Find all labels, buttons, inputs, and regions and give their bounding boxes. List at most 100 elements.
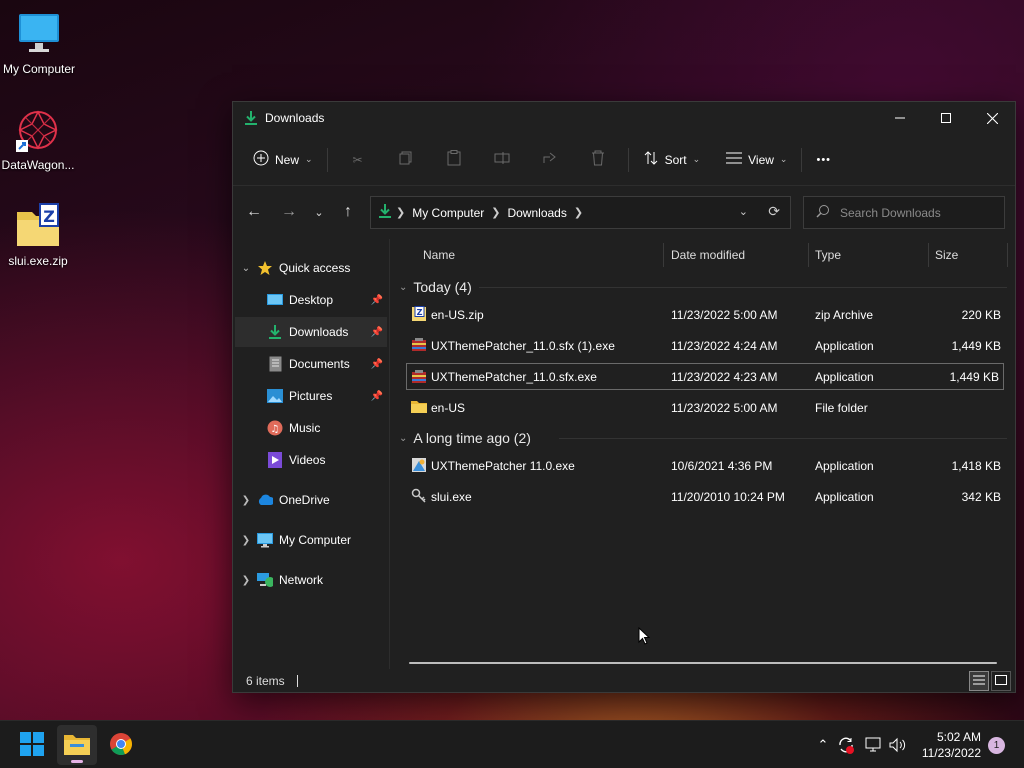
column-header-date-modified[interactable]: Date modified — [671, 239, 745, 271]
copy-button[interactable] — [382, 144, 430, 176]
view-button[interactable]: View ⌄ — [718, 144, 795, 176]
chevron-right-icon: ❯ — [491, 207, 501, 219]
delete-button[interactable] — [574, 144, 622, 176]
sidebar-item-my-computer[interactable]: ❯ My Computer — [235, 525, 387, 555]
chevron-down-icon[interactable]: ⌄ — [235, 263, 257, 274]
details-view-icon — [973, 674, 985, 688]
sidebar-item-onedrive[interactable]: ❯ OneDrive — [235, 485, 387, 515]
file-size: 1,418 KB — [951, 458, 1001, 473]
desktop-icon-my-computer[interactable]: My Computer — [1, 10, 77, 76]
desktop-icon-slui-zip[interactable]: Z slui.exe.zip — [0, 202, 76, 268]
column-header-type[interactable]: Type — [815, 239, 841, 271]
network-status-icon[interactable] — [864, 735, 884, 755]
paste-button[interactable] — [430, 144, 478, 176]
address-bar[interactable]: ❯ My Computer ❯ Downloads ❯ ⌄ ⟳ — [370, 196, 791, 229]
file-name: UXThemePatcher_11.0.sfx.exe — [431, 369, 597, 384]
installer-exe-icon — [411, 457, 427, 473]
sidebar-item-pictures[interactable]: Pictures 📌 — [235, 381, 387, 411]
column-divider[interactable] — [1007, 243, 1008, 267]
column-divider[interactable] — [808, 243, 809, 267]
table-row[interactable]: en-US 11/23/2022 5:00 AM File folder — [407, 394, 1005, 421]
more-options-button[interactable]: ••• — [808, 144, 839, 176]
sidebar-item-music[interactable]: ♫ Music — [235, 413, 387, 443]
cut-button[interactable]: ✂ — [334, 144, 382, 176]
table-row[interactable]: UXThemePatcher_11.0.sfx (1).exe 11/23/20… — [407, 332, 1005, 359]
column-header-name[interactable]: Name — [423, 239, 455, 271]
svg-text:Z: Z — [417, 308, 423, 317]
share-button[interactable] — [526, 144, 574, 176]
sfx-exe-icon — [411, 369, 427, 385]
plus-circle-icon — [253, 150, 269, 169]
new-label: New — [275, 152, 300, 167]
desktop-icon-datawagon[interactable]: DataWagon... — [0, 106, 76, 172]
sidebar-item-quick-access[interactable]: ⌄ Quick access — [235, 253, 387, 283]
group-label: A long time ago (2) — [413, 430, 531, 446]
maximize-button[interactable] — [923, 102, 969, 134]
search-box[interactable] — [803, 196, 1005, 229]
windows-logo-icon — [20, 731, 44, 759]
minimize-button[interactable] — [877, 102, 923, 134]
sort-button[interactable]: Sort ⌄ — [635, 144, 709, 176]
file-date: 11/23/2022 5:00 AM — [671, 400, 778, 415]
title-bar[interactable]: Downloads — [233, 102, 1015, 134]
file-date: 11/23/2022 4:23 AM — [671, 369, 778, 384]
table-row[interactable]: slui.exe 11/20/2010 10:24 PM Application… — [407, 483, 1005, 510]
breadcrumb-my-computer[interactable]: My Computer — [408, 206, 488, 220]
sidebar-item-desktop[interactable]: Desktop 📌 — [235, 285, 387, 315]
pin-icon[interactable]: 📌 — [371, 295, 383, 306]
sidebar-item-documents[interactable]: Documents 📌 — [235, 349, 387, 379]
address-history-dropdown[interactable]: ⌄ — [739, 205, 748, 218]
file-type: zip Archive — [815, 307, 874, 322]
share-icon — [542, 151, 558, 168]
sync-status-icon[interactable] — [836, 735, 856, 755]
large-icons-view-button[interactable] — [991, 671, 1011, 691]
back-button[interactable]: ← — [238, 196, 270, 228]
show-hidden-icons-button[interactable]: ⌃ — [813, 735, 833, 755]
item-count: 6 items — [246, 674, 285, 688]
column-divider[interactable] — [663, 243, 664, 267]
taskbar-chrome[interactable] — [101, 725, 141, 765]
refresh-icon[interactable]: ⟳ — [768, 203, 780, 220]
table-row[interactable]: UXThemePatcher 11.0.exe 10/6/2021 4:36 P… — [407, 452, 1005, 479]
pin-icon[interactable]: 📌 — [371, 391, 383, 402]
chevron-down-icon: ⌄ — [692, 154, 701, 164]
chevron-right-icon[interactable]: ❯ — [235, 495, 257, 506]
notification-badge[interactable]: 1 — [988, 737, 1005, 754]
column-divider[interactable] — [928, 243, 929, 267]
file-name: UXThemePatcher_11.0.sfx (1).exe — [431, 338, 615, 353]
horizontal-scrollbar[interactable] — [409, 662, 997, 664]
group-header-long-ago[interactable]: ⌄ A long time ago (2) — [399, 428, 1007, 448]
pin-icon[interactable]: 📌 — [371, 327, 383, 338]
column-header-size[interactable]: Size — [935, 239, 958, 271]
sidebar-item-videos[interactable]: Videos — [235, 445, 387, 475]
clock-date: 11/23/2022 — [921, 746, 981, 760]
sidebar-item-downloads[interactable]: Downloads 📌 — [235, 317, 387, 347]
pin-icon[interactable]: 📌 — [371, 359, 383, 370]
monitor-icon — [257, 532, 273, 548]
svg-text:♫: ♫ — [271, 424, 280, 435]
recent-locations-button[interactable]: ⌄ — [303, 196, 335, 228]
start-button[interactable] — [12, 725, 52, 765]
forward-button[interactable]: → — [273, 196, 305, 228]
table-row[interactable]: UXThemePatcher_11.0.sfx.exe 11/23/2022 4… — [406, 363, 1004, 390]
sidebar-item-label: Music — [289, 421, 321, 435]
group-header-today[interactable]: ⌄ Today (4) — [399, 277, 1007, 297]
search-input[interactable] — [840, 205, 990, 220]
chevron-right-icon[interactable]: ❯ — [235, 575, 257, 586]
table-row[interactable]: Z en-US.zip 11/23/2022 5:00 AM zip Archi… — [407, 301, 1005, 328]
details-view-button[interactable] — [969, 671, 989, 691]
clipboard-icon — [447, 150, 461, 169]
volume-icon[interactable] — [889, 735, 909, 755]
sidebar-item-label: Videos — [289, 453, 326, 467]
chevron-right-icon[interactable]: ❯ — [235, 535, 257, 546]
new-button[interactable]: New ⌄ — [245, 144, 321, 176]
sidebar-item-label: My Computer — [279, 533, 352, 547]
sidebar-item-network[interactable]: ❯ Network — [235, 565, 387, 595]
up-button[interactable]: ↑ — [332, 196, 364, 228]
close-button[interactable] — [969, 102, 1015, 134]
rename-button[interactable] — [478, 144, 526, 176]
taskbar-file-explorer[interactable] — [57, 725, 97, 765]
system-clock[interactable]: 5:02 AM 11/23/2022 — [922, 729, 981, 761]
divider — [326, 147, 328, 172]
breadcrumb-downloads[interactable]: Downloads — [503, 206, 570, 220]
